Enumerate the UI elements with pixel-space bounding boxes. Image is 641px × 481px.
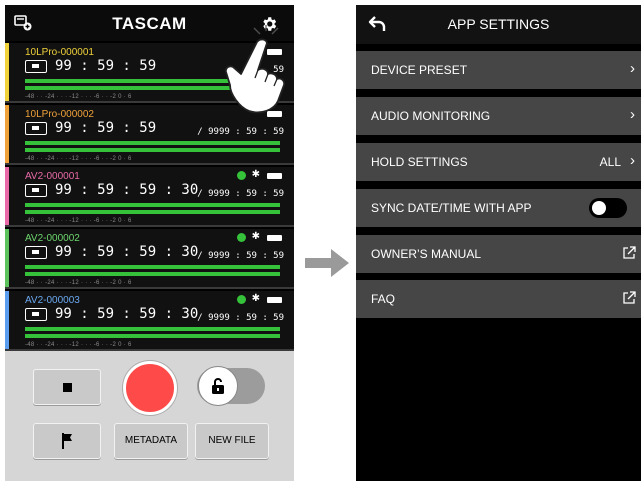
timecode: 99 : 59 : 59 : 30 [55,306,199,322]
status-dot-icon [237,171,246,180]
recorder-icon [25,308,47,321]
settings-header: APP SETTINGS [356,5,641,44]
recorder-icon [25,122,47,135]
device-name: AV2-000003 [25,295,80,306]
level-meter-bar [25,265,280,269]
bluetooth-icon: ✱ [251,293,260,304]
device-name: 10LPro-000001 [25,47,94,58]
settings-row-label: DEVICE PRESET [371,63,468,77]
meter-scale: -48 · · -24 · · · -12 · · · -6 · · -2 0 … [25,218,132,224]
new-file-button[interactable]: NEW FILE [195,423,269,459]
settings-row[interactable]: FAQ [356,280,641,318]
battery-icon [267,235,282,241]
device-name: AV2-000001 [25,171,80,182]
external-link-icon [623,246,636,259]
recorder-list-screen: TASCAM 10LPro-000001 99 : 59 : 59 59 -48… [5,5,294,481]
record-button[interactable] [123,361,177,415]
settings-row[interactable]: DEVICE PRESET › [356,51,641,89]
stop-button[interactable] [33,369,101,405]
device-color-stripe [5,43,9,101]
chevron-right-icon: › [630,60,635,77]
settings-row[interactable]: AUDIO MONITORING › [356,97,641,135]
settings-row-label: FAQ [371,292,396,306]
chevron-right-icon: › [630,106,635,123]
device-card[interactable]: AV2-000002 99 : 59 : 59 : 30 / 9999 : 59… [5,229,294,289]
timecode: 99 : 59 : 59 [55,58,157,74]
settings-row-label: HOLD SETTINGS [371,155,468,169]
settings-title: APP SETTINGS [447,16,550,32]
timecode: 99 : 59 : 59 : 30 [55,244,199,260]
meter-scale: -48 · · -24 · · · -12 · · · -6 · · -2 0 … [25,280,132,286]
level-meter-bar [25,334,280,338]
settings-row-label: SYNC DATE/TIME WITH APP [371,201,532,215]
device-color-stripe [5,167,9,225]
status-dot-icon [237,233,246,242]
new-file-label: NEW FILE [208,435,256,446]
settings-row[interactable]: OWNER’S MANUAL [356,235,641,273]
status-dot-icon [237,295,246,304]
settings-row[interactable]: SYNC DATE/TIME WITH APP [356,189,641,227]
device-color-stripe [5,105,9,163]
app-settings-screen: APP SETTINGS DEVICE PRESET › AUDIO MONITOR… [356,5,641,481]
lock-icon[interactable] [198,366,238,406]
device-card[interactable]: AV2-000003 99 : 59 : 59 : 30 / 9999 : 59… [5,291,294,351]
device-color-stripe [5,291,9,349]
settings-row[interactable]: HOLD SETTINGS ALL › [356,143,641,181]
bluetooth-icon: ✱ [251,231,260,242]
level-meter-bar [25,148,280,152]
remaining-time: / 9999 : 59 : 59 [197,189,284,199]
device-name: 10LPro-000002 [25,109,94,120]
remaining-time: / 9999 : 59 : 59 [197,127,284,137]
chevron-right-icon: › [630,152,635,169]
recorder-icon [25,246,47,259]
metadata-label: METADATA [124,435,178,446]
metadata-button[interactable]: METADATA [114,423,188,459]
bluetooth-icon: ✱ [251,169,260,180]
device-name: AV2-000002 [25,233,80,244]
settings-row-value: ALL [599,155,621,169]
toggle-knob [592,201,606,215]
level-meter-bar [25,327,280,331]
sync-toggle[interactable] [589,198,627,218]
transport-controls: METADATA NEW FILE [5,351,294,481]
timecode: 99 : 59 : 59 : 30 [55,182,199,198]
settings-row-label: OWNER’S MANUAL [371,247,482,261]
recorder-icon [25,60,47,73]
device-color-stripe [5,229,9,287]
arrow-right-icon [305,249,349,277]
level-meter-bar [25,210,280,214]
device-card[interactable]: AV2-000001 99 : 59 : 59 : 30 / 9999 : 59… [5,167,294,227]
meter-scale: -48 · · -24 · · · -12 · · · -6 · · -2 0 … [25,342,132,348]
battery-icon [267,173,282,179]
mark-button[interactable] [33,423,101,459]
external-link-icon [623,291,636,304]
recorder-icon [25,184,47,197]
level-meter-bar [25,141,280,145]
settings-row-label: AUDIO MONITORING [371,109,491,123]
pointing-hand-icon [224,25,286,114]
remaining-time: / 9999 : 59 : 59 [197,313,284,323]
remaining-time: / 9999 : 59 : 59 [197,251,284,261]
meter-scale: -48 · · -24 · · · -12 · · · -6 · · -2 0 … [25,156,132,162]
level-meter-bar [25,203,280,207]
battery-icon [267,297,282,303]
flag-icon [62,433,72,449]
level-meter-bar [25,272,280,276]
timecode: 99 : 59 : 59 [55,120,157,136]
